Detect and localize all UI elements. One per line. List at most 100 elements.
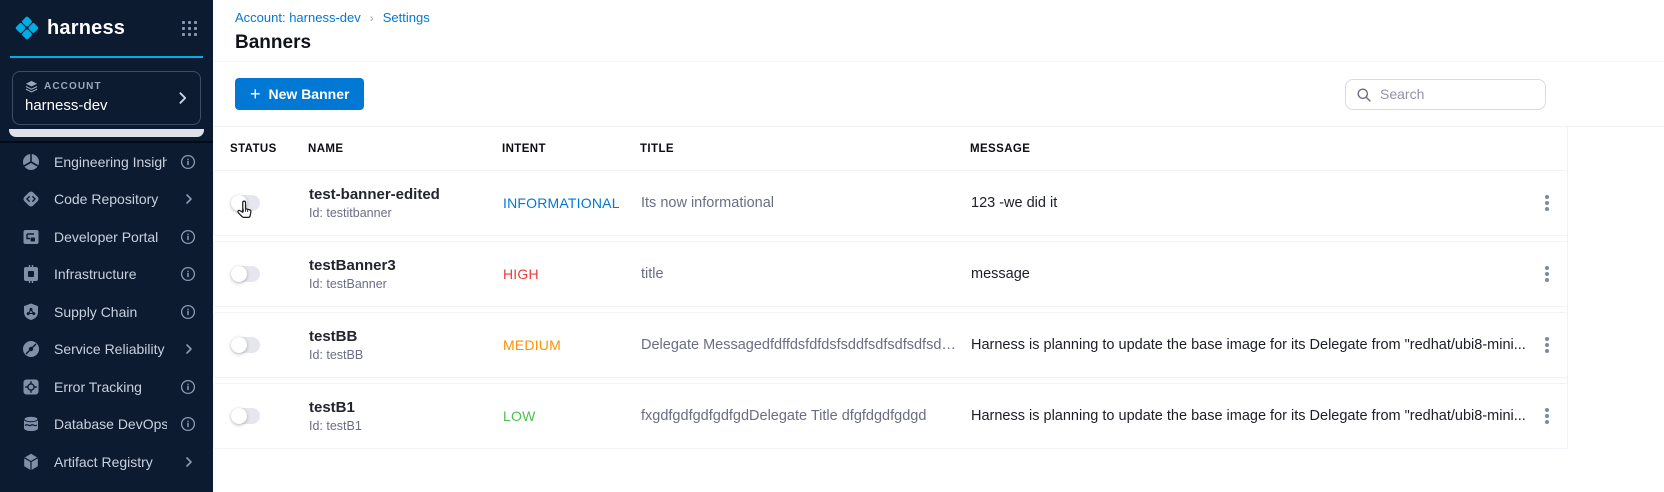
table-row[interactable]: test-banner-edited Id: testitbanner INFO… [213, 170, 1568, 236]
banner-message: 123 -we did it [971, 195, 1527, 211]
database-devops-icon [21, 414, 41, 434]
table-row[interactable]: testB1 Id: testB1 LOW fxgdfgdfgdfgdfgdDe… [213, 383, 1568, 449]
banner-intent: HIGH [503, 266, 641, 282]
infrastructure-icon [21, 264, 41, 284]
sidebar-item-label: Service Reliability [54, 341, 169, 357]
artifact-registry-icon [21, 452, 41, 472]
sidebar: harness ACCOUNT harness-dev En [0, 0, 213, 492]
code-repository-icon [21, 189, 41, 209]
banner-title: fxgdfgdfgdfgdfgdDelegate Title dfgfdgdfg… [641, 408, 971, 424]
account-selector[interactable]: ACCOUNT harness-dev [12, 71, 201, 125]
status-toggle[interactable] [231, 408, 260, 424]
sidebar-item-label: Artifact Registry [54, 454, 169, 470]
scrolled-item-remnant [9, 129, 204, 137]
banner-message: message [971, 266, 1527, 282]
sidebar-item-error-tracking[interactable]: Error Tracking [0, 368, 213, 406]
banner-id: Id: testBB [309, 348, 503, 362]
breadcrumb-settings-link[interactable]: Settings [383, 10, 430, 25]
row-menu-kebab-icon[interactable] [1545, 201, 1549, 205]
status-toggle[interactable] [231, 266, 260, 282]
engineering-insights-icon [21, 152, 41, 172]
banner-intent: MEDIUM [503, 337, 641, 353]
column-header-message: MESSAGE [970, 143, 1528, 155]
supply-chain-icon [21, 302, 41, 322]
row-menu-kebab-icon[interactable] [1545, 414, 1549, 418]
banner-title: Its now informational [641, 195, 971, 211]
sidebar-item-supply-chain[interactable]: Supply Chain [0, 293, 213, 331]
sidebar-item-code-repository[interactable]: Code Repository [0, 181, 213, 219]
sidebar-item-label: Code Repository [54, 191, 169, 207]
banner-intent: INFORMATIONAL [503, 195, 641, 211]
banner-name: testB1 [309, 399, 503, 416]
harness-logo-icon [14, 15, 40, 41]
page-header: Account: harness-dev › Settings Banners [213, 0, 1664, 62]
search-box [1345, 79, 1546, 110]
sidebar-item-label: Database DevOps [54, 416, 167, 432]
sidebar-nav: Engineering Insights Code Repository D [0, 143, 213, 481]
banner-name: testBanner3 [309, 257, 503, 274]
toolbar: + New Banner [213, 62, 1664, 127]
banners-table: STATUS NAME INTENT TITLE MESSAGE test-ba… [213, 127, 1568, 449]
breadcrumb-account-link[interactable]: Account: harness-dev [235, 10, 361, 25]
info-icon[interactable] [180, 229, 196, 245]
logo-row: harness [0, 0, 213, 53]
apps-grid-icon[interactable] [181, 20, 197, 36]
sidebar-item-label: Error Tracking [54, 379, 167, 395]
info-icon[interactable] [180, 266, 196, 282]
sidebar-item-engineering-insights[interactable]: Engineering Insights [0, 143, 213, 181]
banner-name: test-banner-edited [309, 186, 503, 203]
banner-id: Id: testB1 [309, 419, 503, 433]
table-header-row: STATUS NAME INTENT TITLE MESSAGE [213, 127, 1568, 170]
column-header-name: NAME [308, 143, 502, 155]
banner-intent: LOW [503, 408, 641, 424]
logo-text: harness [47, 17, 181, 40]
info-icon[interactable] [180, 154, 196, 170]
table-body: test-banner-edited Id: testitbanner INFO… [213, 170, 1567, 449]
row-menu-kebab-icon[interactable] [1545, 272, 1549, 276]
banner-id: Id: testBanner [309, 277, 503, 291]
chevron-right-icon [182, 455, 196, 469]
search-icon [1356, 87, 1372, 103]
column-header-title: TITLE [640, 143, 970, 155]
banner-id: Id: testitbanner [309, 206, 503, 220]
info-icon[interactable] [180, 416, 196, 432]
sidebar-item-infrastructure[interactable]: Infrastructure [0, 256, 213, 294]
breadcrumb: Account: harness-dev › Settings [235, 10, 1664, 25]
layers-icon [25, 80, 38, 93]
breadcrumb-separator: › [370, 11, 374, 25]
plus-icon: + [250, 85, 261, 103]
new-banner-button[interactable]: + New Banner [235, 78, 364, 110]
page-title: Banners [235, 32, 1664, 54]
status-toggle[interactable] [231, 195, 260, 211]
developer-portal-icon [21, 227, 41, 247]
sidebar-item-artifact-registry[interactable]: Artifact Registry [0, 443, 213, 481]
row-menu-kebab-icon[interactable] [1545, 343, 1549, 347]
logo-accent-rule [10, 56, 203, 58]
service-reliability-icon [21, 339, 41, 359]
account-name: harness-dev [25, 97, 188, 114]
table-row[interactable]: testBB Id: testBB MEDIUM Delegate Messag… [213, 312, 1568, 378]
banner-message: Harness is planning to update the base i… [971, 408, 1527, 424]
sidebar-item-label: Developer Portal [54, 229, 167, 245]
chevron-right-icon [182, 192, 196, 206]
info-icon[interactable] [180, 379, 196, 395]
status-toggle[interactable] [231, 337, 260, 353]
account-label: ACCOUNT [44, 81, 102, 92]
sidebar-item-label: Engineering Insights [54, 154, 167, 170]
chevron-right-icon [182, 342, 196, 356]
table-row[interactable]: testBanner3 Id: testBanner HIGH title me… [213, 241, 1568, 307]
sidebar-item-database-devops[interactable]: Database DevOps [0, 406, 213, 444]
banner-message: Harness is planning to update the base i… [971, 337, 1527, 353]
banner-name: testBB [309, 328, 503, 345]
column-header-status: STATUS [230, 143, 308, 155]
search-input[interactable] [1345, 79, 1546, 110]
banner-title: Delegate Messagedfdffdsfdfdsfsddfsdfsdfs… [641, 337, 971, 353]
chevron-right-icon [175, 91, 190, 106]
app-window: harness ACCOUNT harness-dev En [0, 0, 1664, 492]
error-tracking-icon [21, 377, 41, 397]
sidebar-item-developer-portal[interactable]: Developer Portal [0, 218, 213, 256]
sidebar-item-service-reliability[interactable]: Service Reliability [0, 331, 213, 369]
info-icon[interactable] [180, 304, 196, 320]
sidebar-item-label: Supply Chain [54, 304, 167, 320]
banner-title: title [641, 266, 971, 282]
